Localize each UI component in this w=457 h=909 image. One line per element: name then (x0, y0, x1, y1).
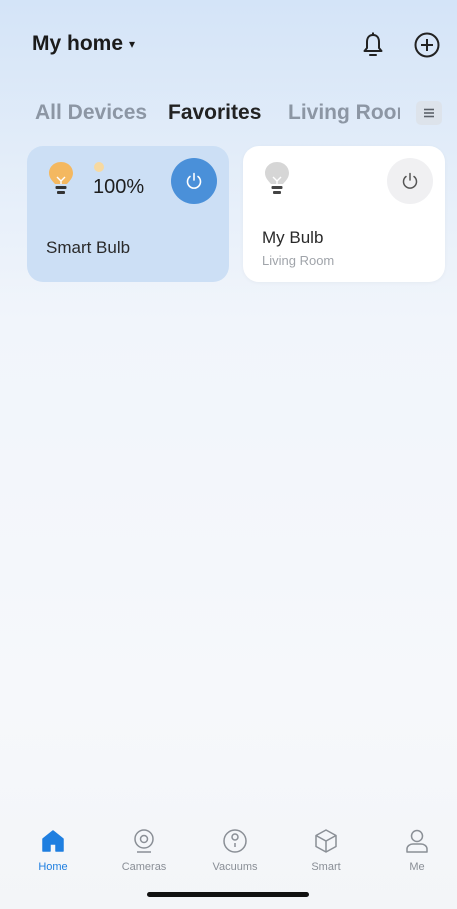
app-screen: My home ▾ All Devices Favorites Living R… (8, 6, 449, 902)
home-icon (42, 830, 64, 852)
camera-icon (134, 829, 154, 853)
person-icon (406, 829, 428, 853)
vacuum-icon (223, 829, 247, 853)
power-icon (186, 172, 202, 189)
nav-cameras-label: Cameras (121, 861, 167, 873)
nav-home[interactable]: Home (13, 824, 93, 884)
caret-down-icon: ▾ (129, 37, 136, 51)
nav-smart-label: Smart (311, 861, 341, 873)
bell-icon[interactable] (358, 30, 388, 60)
nav-vacuums-label: Vacuums (212, 861, 258, 873)
brightness-value: 100% (93, 176, 145, 198)
device-name: My Bulb (262, 228, 324, 247)
nav-cameras[interactable]: Cameras (104, 824, 184, 884)
header: My home ▾ (8, 6, 449, 86)
home-selector[interactable]: My home ▾ (32, 32, 135, 56)
room-tabs: All Devices Favorites Living Room (8, 98, 449, 138)
add-circle-icon[interactable] (412, 30, 442, 60)
cube-icon (315, 829, 337, 853)
device-card-smart-bulb[interactable]: 100% Smart Bulb (27, 146, 229, 282)
nav-home-label: Home (38, 861, 68, 873)
device-card-my-bulb[interactable]: My Bulb Living Room (243, 146, 445, 282)
home-indicator[interactable] (147, 892, 309, 897)
device-name: Smart Bulb (46, 238, 131, 257)
power-button[interactable] (171, 158, 217, 204)
nav-vacuums[interactable]: Vacuums (195, 824, 275, 884)
brightness-dot (94, 162, 104, 172)
power-icon (402, 172, 418, 189)
device-room: Living Room (262, 253, 335, 268)
nav-smart[interactable]: Smart (286, 824, 366, 884)
bottom-nav: Home Cameras Vacuums Smart Me (8, 824, 449, 884)
tab-living-room[interactable]: Living Room (288, 98, 400, 128)
bulb-icon (47, 160, 75, 200)
menu-icon[interactable] (416, 101, 442, 125)
home-title: My home (32, 32, 124, 55)
tab-all-devices[interactable]: All Devices (35, 98, 147, 128)
nav-me-label: Me (409, 861, 425, 873)
nav-me[interactable]: Me (377, 824, 457, 884)
power-button[interactable] (387, 158, 433, 204)
tab-favorites[interactable]: Favorites (168, 98, 261, 128)
bulb-icon (263, 160, 291, 200)
